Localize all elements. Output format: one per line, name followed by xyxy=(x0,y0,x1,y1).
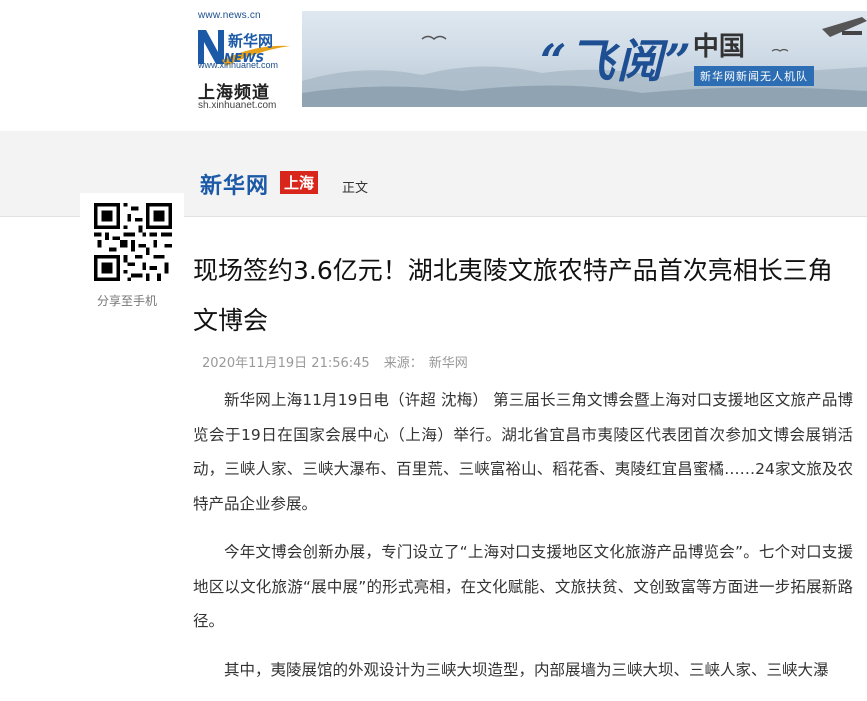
feiyue-china-banner[interactable]: “飞阅”中国 新华网新闻无人机队 xyxy=(302,11,867,107)
logo-brand-text: 新华网 xyxy=(228,32,273,50)
article-paragraph: 其中，夷陵展馆的外观设计为三峡大坝造型，内部展墙为三峡大坝、三峡人家、三峡大瀑 xyxy=(224,660,829,679)
banner-title-suffix: 中国 xyxy=(692,32,745,62)
nav-region-tag[interactable]: 上海 xyxy=(280,171,319,194)
breadcrumb-current: 正文 xyxy=(342,181,369,196)
share-to-phone-label: 分享至手机 xyxy=(97,294,158,308)
banner-title-main: “飞阅” xyxy=(540,34,693,88)
logo-url-2: www.xinhuanet.com xyxy=(198,60,279,70)
article-body: 新华网上海11月19日电（许超 沈梅） 第三届长三角文博会暨上海对口支援地区文旅… xyxy=(193,383,853,701)
banner-subtitle: 新华网新闻无人机队 xyxy=(694,66,814,86)
share-qr-panel xyxy=(80,193,184,285)
site-logo[interactable]: www.news.cn 新华网 NEWS www.xinhuanet.com 上… xyxy=(193,10,293,111)
nav-brand-logo[interactable]: 新华网 xyxy=(200,168,269,200)
qr-code-icon xyxy=(94,203,172,281)
article-paragraph: 新华网上海11月19日电（许超 沈梅） 第三届长三角文博会暨上海对口支援地区文旅… xyxy=(193,391,853,513)
article-title: 现场签约3.6亿元！湖北夷陵文旅农特产品首次亮相长三角文博会 xyxy=(193,256,833,335)
article-paragraph: 今年文博会创新办展，专门设立了“上海对口支援地区文化旅游产品博览会”。七个对口支… xyxy=(193,543,853,630)
logo-url: www.news.cn xyxy=(198,10,261,21)
article-datetime: 2020年11月19日 21:56:45 xyxy=(202,356,370,371)
article-source-label: 来源： xyxy=(383,356,423,371)
channel-url: sh.xinhuanet.com xyxy=(198,100,277,111)
article-source[interactable]: 新华网 xyxy=(429,356,468,371)
article-meta: 2020年11月19日 21:56:45 来源： 新华网 xyxy=(202,352,482,371)
